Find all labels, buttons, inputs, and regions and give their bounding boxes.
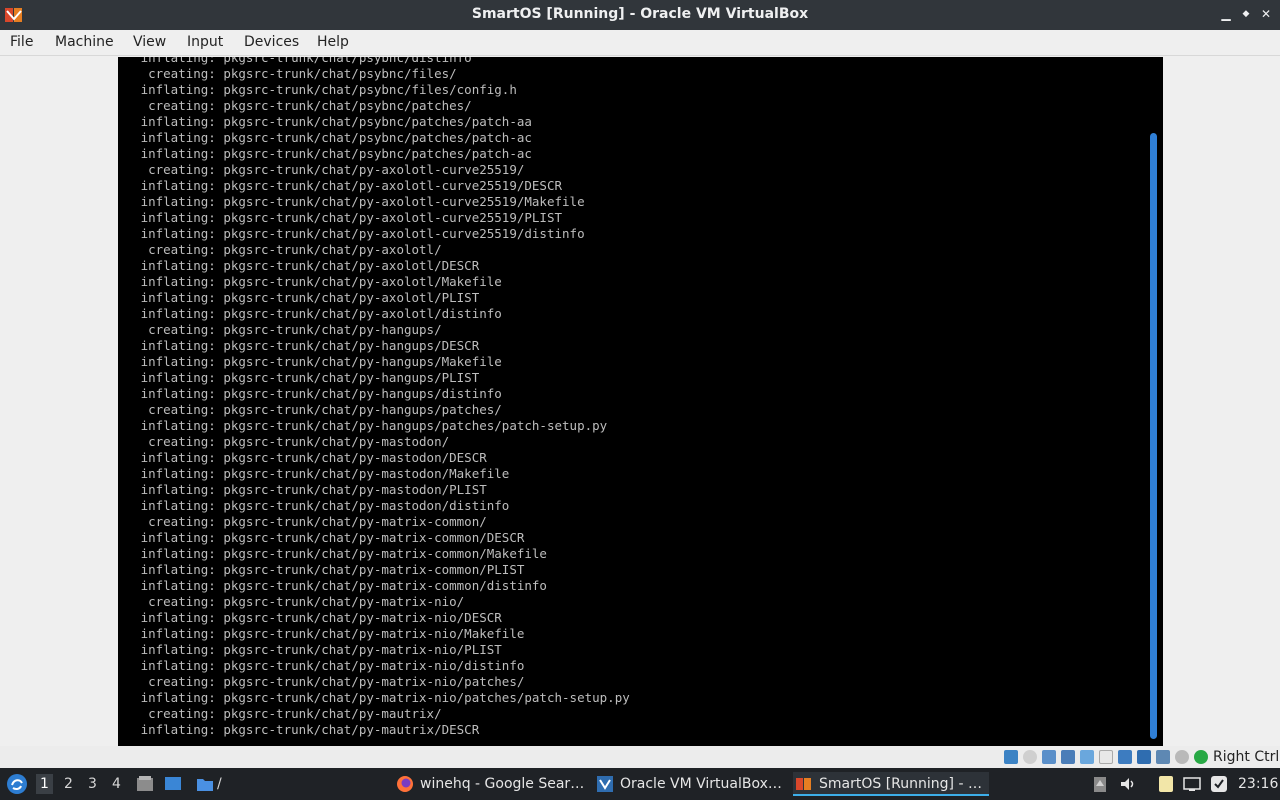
console-line: creating: pkgsrc-trunk/chat/py-matrix-ni… xyxy=(118,594,465,609)
close-button[interactable]: ✕ xyxy=(1258,6,1274,22)
console-line: inflating: pkgsrc-trunk/chat/py-matrix-c… xyxy=(118,530,525,545)
network-tray-icon[interactable] xyxy=(1183,775,1201,793)
console-line: inflating: pkgsrc-trunk/chat/py-matrix-c… xyxy=(118,546,547,561)
console-line: creating: pkgsrc-trunk/chat/psybnc/files… xyxy=(118,66,457,81)
task-virtualbox-manager[interactable]: Oracle VM VirtualBox… xyxy=(594,772,790,796)
vm-status-bar: Right Ctrl xyxy=(0,746,1280,768)
cpu-icon[interactable] xyxy=(1156,750,1170,764)
host-key-label: Right Ctrl xyxy=(1213,749,1280,765)
console-line: inflating: pkgsrc-trunk/chat/py-mastodon… xyxy=(118,466,510,481)
clock: 23:16 xyxy=(1238,776,1279,792)
task-label: SmartOS [Running] - … xyxy=(819,776,982,792)
console-line: creating: pkgsrc-trunk/chat/py-mautrix/ xyxy=(118,706,442,721)
console-line: creating: pkgsrc-trunk/chat/py-hangups/ xyxy=(118,322,442,337)
console-line: inflating: pkgsrc-trunk/chat/py-axolotl-… xyxy=(118,210,563,225)
menu-input[interactable]: Input xyxy=(187,34,223,50)
optical-drive-icon[interactable] xyxy=(1023,750,1037,764)
keyboard-capture-icon[interactable] xyxy=(1194,750,1208,764)
update-icon[interactable] xyxy=(1210,775,1228,793)
console-line: inflating: pkgsrc-trunk/chat/psybnc/patc… xyxy=(118,114,532,129)
console-line: inflating: pkgsrc-trunk/chat/psybnc/dist… xyxy=(118,57,472,65)
console-line: inflating: pkgsrc-trunk/chat/py-matrix-n… xyxy=(118,642,502,657)
workspace-1[interactable]: 1 xyxy=(36,774,53,794)
start-menu-icon[interactable] xyxy=(6,773,28,795)
console-scrollbar[interactable] xyxy=(1150,133,1157,739)
console-line: inflating: pkgsrc-trunk/chat/py-axolotl/… xyxy=(118,290,480,305)
console-line: creating: pkgsrc-trunk/chat/py-matrix-co… xyxy=(118,514,487,529)
console-line: inflating: pkgsrc-trunk/chat/py-axolotl/… xyxy=(118,306,502,321)
virtualbox-manager-icon xyxy=(597,776,613,792)
console-output: inflating: pkgsrc-trunk/chat/psybnc/dist… xyxy=(118,57,1163,738)
console-line: inflating: pkgsrc-trunk/chat/psybnc/file… xyxy=(118,82,517,97)
close-icon: ✕ xyxy=(1260,7,1272,21)
console-line: inflating: pkgsrc-trunk/chat/py-axolotl/… xyxy=(118,258,480,273)
console-line: inflating: pkgsrc-trunk/chat/py-hangups/… xyxy=(118,370,480,385)
network-icon[interactable] xyxy=(1061,750,1075,764)
file-manager-icon[interactable] xyxy=(136,775,154,793)
menu-help[interactable]: Help xyxy=(317,34,349,50)
audio-icon[interactable] xyxy=(1042,750,1056,764)
usb-icon[interactable] xyxy=(1080,750,1094,764)
console-line: inflating: pkgsrc-trunk/chat/py-axolotl/… xyxy=(118,274,502,289)
menu-machine[interactable]: Machine xyxy=(55,34,114,50)
menu-devices[interactable]: Devices xyxy=(244,34,299,50)
recording-icon[interactable] xyxy=(1137,750,1151,764)
desktop-icon[interactable] xyxy=(164,775,182,793)
console-line: inflating: pkgsrc-trunk/chat/py-hangups/… xyxy=(118,338,480,353)
shared-folders-icon[interactable] xyxy=(1099,750,1113,764)
minimize-button[interactable]: ▁ xyxy=(1218,6,1234,22)
console-line: inflating: pkgsrc-trunk/chat/py-matrix-c… xyxy=(118,578,547,593)
workspace-3[interactable]: 3 xyxy=(88,776,97,792)
restore-button[interactable]: ◆ xyxy=(1238,6,1254,22)
console-line: inflating: pkgsrc-trunk/chat/py-axolotl-… xyxy=(118,178,563,193)
console-line: inflating: pkgsrc-trunk/chat/py-matrix-n… xyxy=(118,658,525,673)
console-line: creating: pkgsrc-trunk/chat/psybnc/patch… xyxy=(118,98,472,113)
vm-console-screen[interactable]: inflating: pkgsrc-trunk/chat/psybnc/dist… xyxy=(118,57,1163,746)
console-line: creating: pkgsrc-trunk/chat/py-axolotl/ xyxy=(118,242,442,257)
console-line: inflating: pkgsrc-trunk/chat/py-mautrix/… xyxy=(118,722,480,737)
console-line: creating: pkgsrc-trunk/chat/py-matrix-ni… xyxy=(118,674,525,689)
menu-file[interactable]: File xyxy=(10,34,33,50)
mouse-integration-icon[interactable] xyxy=(1175,750,1189,764)
hard-disk-icon[interactable] xyxy=(1004,750,1018,764)
console-line: inflating: pkgsrc-trunk/chat/py-axolotl-… xyxy=(118,226,585,241)
task-firefox[interactable]: winehq - Google Sear… xyxy=(394,772,590,796)
firefox-icon xyxy=(397,776,413,792)
console-line: creating: pkgsrc-trunk/chat/py-axolotl-c… xyxy=(118,162,525,177)
console-line: inflating: pkgsrc-trunk/chat/py-matrix-c… xyxy=(118,562,525,577)
console-line: inflating: pkgsrc-trunk/chat/py-hangups/… xyxy=(118,418,608,433)
task-smartos-vm[interactable]: SmartOS [Running] - … xyxy=(793,772,989,796)
task-label: Oracle VM VirtualBox… xyxy=(620,776,782,792)
console-line: inflating: pkgsrc-trunk/chat/psybnc/patc… xyxy=(118,130,532,145)
volume-icon[interactable] xyxy=(1119,775,1137,793)
virtualbox-icon xyxy=(796,778,811,790)
console-line: inflating: pkgsrc-trunk/chat/py-axolotl-… xyxy=(118,194,585,209)
notes-icon[interactable] xyxy=(1157,775,1175,793)
console-line: inflating: pkgsrc-trunk/chat/py-mastodon… xyxy=(118,498,510,513)
taskbar: 1 2 3 4 / winehq - Google Sear… Oracle V… xyxy=(0,768,1280,800)
restore-icon: ◆ xyxy=(1242,9,1250,19)
console-line: creating: pkgsrc-trunk/chat/py-hangups/p… xyxy=(118,402,502,417)
folder-icon[interactable] xyxy=(196,775,214,793)
console-line: inflating: pkgsrc-trunk/chat/py-matrix-n… xyxy=(118,610,502,625)
console-line: inflating: pkgsrc-trunk/chat/py-hangups/… xyxy=(118,354,502,369)
console-line: inflating: pkgsrc-trunk/chat/py-matrix-n… xyxy=(118,690,630,705)
console-line: inflating: pkgsrc-trunk/chat/py-matrix-n… xyxy=(118,626,525,641)
task-label: winehq - Google Sear… xyxy=(420,776,585,792)
console-line: inflating: pkgsrc-trunk/chat/py-hangups/… xyxy=(118,386,502,401)
clipboard-icon[interactable] xyxy=(1091,775,1109,793)
display-icon[interactable] xyxy=(1118,750,1132,764)
console-line: inflating: pkgsrc-trunk/chat/py-mastodon… xyxy=(118,482,487,497)
menu-view[interactable]: View xyxy=(133,34,166,50)
workspace-4[interactable]: 4 xyxy=(112,776,121,792)
workspace-2[interactable]: 2 xyxy=(64,776,73,792)
minimize-icon: ▁ xyxy=(1221,7,1231,21)
window-titlebar[interactable]: SmartOS [Running] - Oracle VM VirtualBox… xyxy=(0,0,1280,30)
console-line: inflating: pkgsrc-trunk/chat/py-mastodon… xyxy=(118,450,487,465)
menu-bar: File Machine View Input Devices Help xyxy=(0,30,1280,56)
console-line: creating: pkgsrc-trunk/chat/py-mastodon/ xyxy=(118,434,450,449)
console-line: inflating: pkgsrc-trunk/chat/psybnc/patc… xyxy=(118,146,532,161)
window-title: SmartOS [Running] - Oracle VM VirtualBox xyxy=(471,6,809,22)
folder-path-label[interactable]: / xyxy=(217,776,222,792)
